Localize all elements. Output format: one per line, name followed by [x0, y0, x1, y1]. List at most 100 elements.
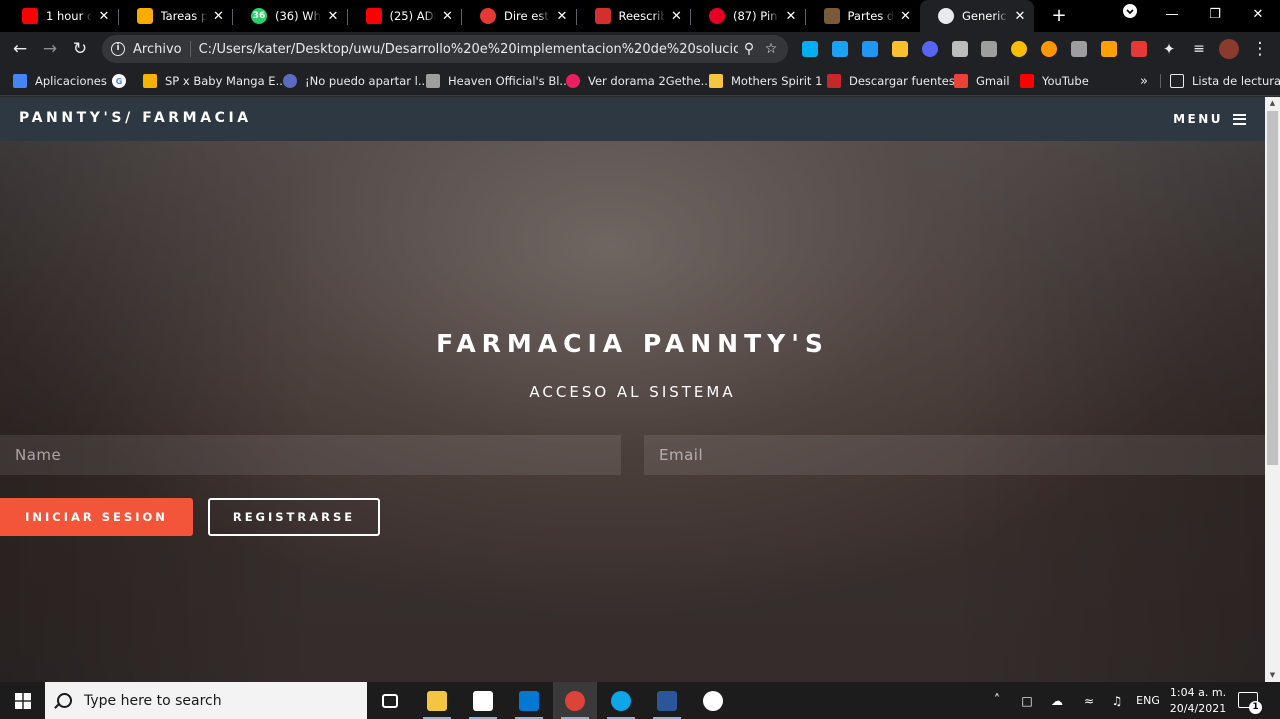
tab-1[interactable]: Tareas pen ✕	[119, 0, 233, 32]
address-url[interactable]: C:/Users/kater/Desktop/uwu/Desarrollo%20…	[199, 42, 738, 57]
restore-button[interactable]: ❐	[1195, 0, 1235, 32]
tab-2[interactable]: 36 (36) Whats ✕	[233, 0, 347, 32]
cookie-ext-icon[interactable]	[1041, 41, 1058, 57]
hamburger-icon	[1233, 113, 1246, 125]
email-field[interactable]	[644, 435, 1265, 475]
tab-label: (36) Whats	[275, 9, 321, 23]
close-icon[interactable]: ✕	[669, 9, 685, 24]
tab-label: Reescribe,	[618, 9, 665, 23]
taskbar-app-store[interactable]	[461, 682, 505, 719]
tab-8[interactable]: Generic - S ✕	[920, 0, 1034, 32]
task-view-icon	[382, 693, 398, 708]
profile-avatar[interactable]	[1217, 37, 1241, 61]
bookmark-star-icon[interactable]: ☆	[760, 41, 782, 57]
volume-icon[interactable]: ♫	[1106, 682, 1128, 719]
name-field[interactable]	[0, 435, 621, 475]
taskbar-app-mail[interactable]	[507, 682, 551, 719]
reload-button[interactable]: ↻	[68, 37, 92, 61]
close-window-button[interactable]: ✕	[1238, 0, 1278, 32]
youtube-icon	[22, 8, 38, 24]
start-button[interactable]	[0, 682, 45, 719]
close-icon[interactable]: ✕	[554, 9, 570, 24]
taskbar-search-box[interactable]: Type here to search	[45, 682, 367, 719]
extensions-puzzle-icon[interactable]: ✦	[1157, 37, 1181, 61]
taskbar-app-file-explorer[interactable]	[415, 682, 459, 719]
taskbar-app-settings[interactable]	[691, 682, 735, 719]
box-ext-icon[interactable]	[951, 41, 968, 57]
info-icon[interactable]: i	[111, 42, 125, 56]
tab-4[interactable]: Dire está c ✕	[462, 0, 576, 32]
scroll-down-icon[interactable]: ▼	[1268, 671, 1277, 680]
meet-now-icon[interactable]: □	[1016, 682, 1038, 719]
tray-overflow-icon[interactable]: ˄	[986, 682, 1008, 719]
check-ext-icon[interactable]	[1011, 41, 1028, 57]
tab-5[interactable]: Reescribe, ✕	[577, 0, 691, 32]
minimize-button[interactable]: —	[1152, 0, 1192, 32]
reading-list-button[interactable]: Lista de lectura	[1170, 72, 1280, 90]
page-scrollbar[interactable]: ▲ ▼	[1265, 97, 1280, 682]
tp-ext-icon[interactable]	[1130, 41, 1147, 57]
close-icon[interactable]: ✕	[440, 9, 456, 24]
close-icon[interactable]: ✕	[783, 9, 799, 24]
bookmark-7[interactable]: Descargar fuentes	[827, 72, 955, 90]
bookmark-5[interactable]: Ver dorama 2Gethe...	[566, 72, 712, 90]
close-icon[interactable]: ✕	[898, 9, 914, 24]
office-icon[interactable]	[981, 41, 998, 57]
skype-icon[interactable]	[802, 41, 818, 57]
onedrive-icon[interactable]: ☁	[1046, 682, 1068, 719]
browser-toolbar: ← → ↻ i Archivo C:/Users/kater/Desktop/u…	[0, 32, 1280, 66]
tab-3[interactable]: (25) ADRIE ✕	[348, 0, 462, 32]
scrollbar-thumb[interactable]	[1267, 111, 1278, 465]
bookmark-4[interactable]: Heaven Official's Bl...	[426, 72, 570, 90]
youtube-icon	[1020, 74, 1034, 88]
more-menu-icon[interactable]: ⋮	[1248, 37, 1272, 61]
bookmark-3[interactable]: ¡No puedo apartar l...	[283, 72, 429, 90]
media-control-icon[interactable]: ≡	[1187, 37, 1211, 61]
tab-7[interactable]: Partes del c ✕	[806, 0, 920, 32]
tab-6[interactable]: (87) Pinter ✕	[691, 0, 805, 32]
address-bar[interactable]: i Archivo C:/Users/kater/Desktop/uwu/Des…	[102, 35, 788, 63]
close-icon[interactable]: ✕	[96, 9, 112, 24]
taskbar-app-edge[interactable]	[599, 682, 643, 719]
bookmark-0[interactable]: Aplicaciones	[13, 72, 107, 90]
register-button[interactable]: REGISTRARSE	[208, 498, 380, 536]
close-icon[interactable]: ✕	[325, 9, 341, 24]
tab-label: Tareas pen	[160, 9, 207, 23]
taskbar-app-word[interactable]	[645, 682, 689, 719]
bookmark-6[interactable]: Mothers Spirit 1	[709, 72, 822, 90]
menu-button[interactable]: MENU	[1173, 112, 1246, 126]
scroll-up-icon[interactable]: ▲	[1268, 99, 1277, 108]
google-icon: G	[112, 74, 126, 88]
login-button[interactable]: INICIAR SESION	[0, 498, 193, 536]
bookmark-label: Aplicaciones	[35, 74, 107, 88]
bookmarks-overflow-icon[interactable]: »	[1140, 72, 1148, 90]
taskbar-app-task-view[interactable]	[368, 682, 412, 719]
forward-button[interactable]: →	[38, 37, 62, 61]
bookmark-2[interactable]: SP x Baby Manga E...	[143, 72, 287, 90]
bookmark-label: Gmail	[976, 74, 1010, 88]
bookmark-9[interactable]: YouTube	[1020, 72, 1089, 90]
screen-ext-icon[interactable]	[861, 41, 878, 57]
close-icon[interactable]: ✕	[1012, 9, 1028, 24]
s-ext-icon[interactable]	[831, 41, 848, 57]
back-button[interactable]: ←	[8, 37, 32, 61]
new-tab-button[interactable]: +	[1049, 6, 1069, 26]
tab-label: Partes del c	[847, 9, 894, 23]
off-ext-icon[interactable]	[1101, 41, 1117, 57]
close-icon[interactable]: ✕	[211, 9, 227, 24]
apps-grid-icon	[13, 74, 27, 88]
window-ext-icon[interactable]	[1071, 41, 1088, 57]
language-indicator[interactable]: ENG	[1134, 682, 1162, 719]
discord-icon[interactable]	[921, 41, 938, 57]
tab-search-button[interactable]	[1110, 0, 1150, 32]
search-icon[interactable]: ⚲	[738, 41, 760, 57]
site-brand[interactable]: PANNTY'S/ FARMACIA	[19, 110, 252, 126]
wifi-icon[interactable]: ≈	[1078, 682, 1100, 719]
bookmark-1[interactable]: G	[112, 72, 134, 90]
page-viewport: PANNTY'S/ FARMACIA MENU FARMACIA PANNTY'…	[0, 97, 1265, 682]
tab-0[interactable]: 1 hour of l ✕	[4, 0, 118, 32]
bookmark-8[interactable]: Gmail	[954, 72, 1010, 90]
taskbar-clock[interactable]: 1:04 a. m. 20/4/2021	[1166, 685, 1230, 717]
taskbar-app-chrome[interactable]	[553, 682, 597, 719]
crown-ext-icon[interactable]	[891, 41, 908, 57]
